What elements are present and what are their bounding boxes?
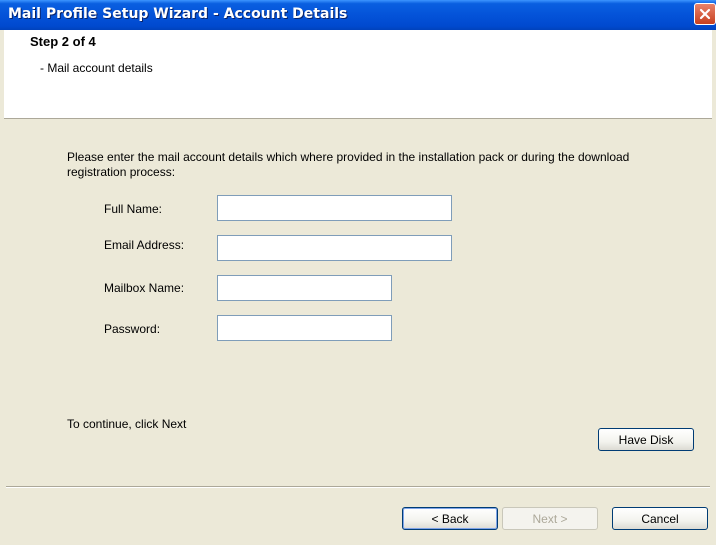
mailbox-name-field[interactable] (217, 275, 392, 301)
have-disk-button[interactable]: Have Disk (598, 428, 694, 451)
footer-separator (6, 486, 710, 488)
email-address-field[interactable] (217, 235, 452, 261)
continue-hint: To continue, click Next (67, 417, 187, 431)
full-name-label: Full Name: (104, 202, 163, 216)
step-title: Step 2 of 4 (30, 34, 96, 49)
wizard-window: Mail Profile Setup Wizard - Account Deta… (0, 0, 716, 545)
step-subtitle: - Mail account details (40, 61, 153, 75)
close-icon (699, 8, 711, 20)
email-address-label: Email Address: (104, 238, 185, 252)
password-label: Password: (104, 322, 161, 336)
full-name-field[interactable] (217, 195, 452, 221)
cancel-button[interactable]: Cancel (612, 507, 708, 530)
title-bar[interactable]: Mail Profile Setup Wizard - Account Deta… (0, 0, 716, 30)
password-field[interactable] (217, 315, 392, 341)
mailbox-name-label: Mailbox Name: (104, 281, 185, 295)
back-button[interactable]: < Back (402, 507, 498, 530)
intro-text: Please enter the mail account details wh… (67, 150, 630, 179)
close-button[interactable] (694, 3, 716, 25)
window-title: Mail Profile Setup Wizard - Account Deta… (8, 6, 348, 22)
next-button[interactable]: Next > (502, 507, 598, 530)
